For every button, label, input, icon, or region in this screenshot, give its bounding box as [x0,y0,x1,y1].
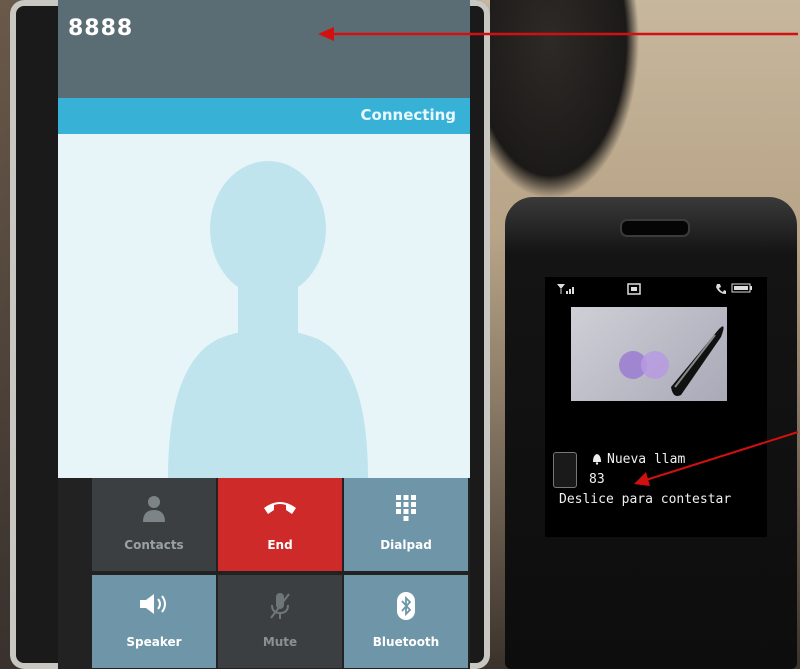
incoming-caller-number: 83 [589,472,605,487]
mute-button[interactable]: Mute [218,575,342,668]
smartphone-screen: 8888 Connecting Contacts End Dialpad Spe… [58,0,470,669]
feature-phone-status-bar [545,283,767,301]
bluetooth-icon [344,591,468,621]
bluetooth-button[interactable]: Bluetooth [344,575,468,668]
call-header: 8888 [58,0,470,98]
call-status: Connecting [360,106,456,124]
bell-icon [591,452,603,468]
speaker-label: Speaker [126,635,182,649]
signal-icon [555,283,575,298]
dialpad-button[interactable]: Dialpad [344,478,468,571]
contacts-icon [92,494,216,524]
smartphone: 8888 Connecting Contacts End Dialpad Spe… [10,0,490,669]
wallpaper-image [571,307,727,401]
call-status-bar: Connecting [58,98,470,134]
speaker-icon [92,591,216,621]
contacts-button[interactable]: Contacts [92,478,216,571]
battery-icon [731,283,753,296]
feature-phone-screen: Nueva llam 83 Deslice para contestar [545,277,767,537]
earpiece-speaker [620,219,690,237]
call-actions-grid: Contacts End Dialpad Speaker Mute Blueto… [92,478,470,669]
message-icon [627,283,641,298]
contact-photo-placeholder [58,134,470,478]
incoming-call-title: Nueva llam [607,452,686,467]
microphone-mute-icon [218,591,342,621]
person-silhouette-icon [168,161,368,478]
end-call-button[interactable]: End [218,478,342,571]
end-label: End [267,538,293,552]
speaker-button[interactable]: Speaker [92,575,216,668]
caller-number: 8888 [68,16,134,41]
handset-icon [553,452,577,488]
dialpad-icon [344,494,468,524]
feature-phone: Nueva llam 83 Deslice para contestar [505,197,797,669]
phone-call-icon [715,283,727,298]
background-stool [490,0,640,200]
dialpad-label: Dialpad [380,538,432,552]
bluetooth-label: Bluetooth [372,635,440,649]
mute-label: Mute [262,635,298,649]
contacts-label: Contacts [124,538,184,552]
end-call-icon [218,494,342,524]
slide-to-answer-text: Deslice para contestar [559,492,732,507]
